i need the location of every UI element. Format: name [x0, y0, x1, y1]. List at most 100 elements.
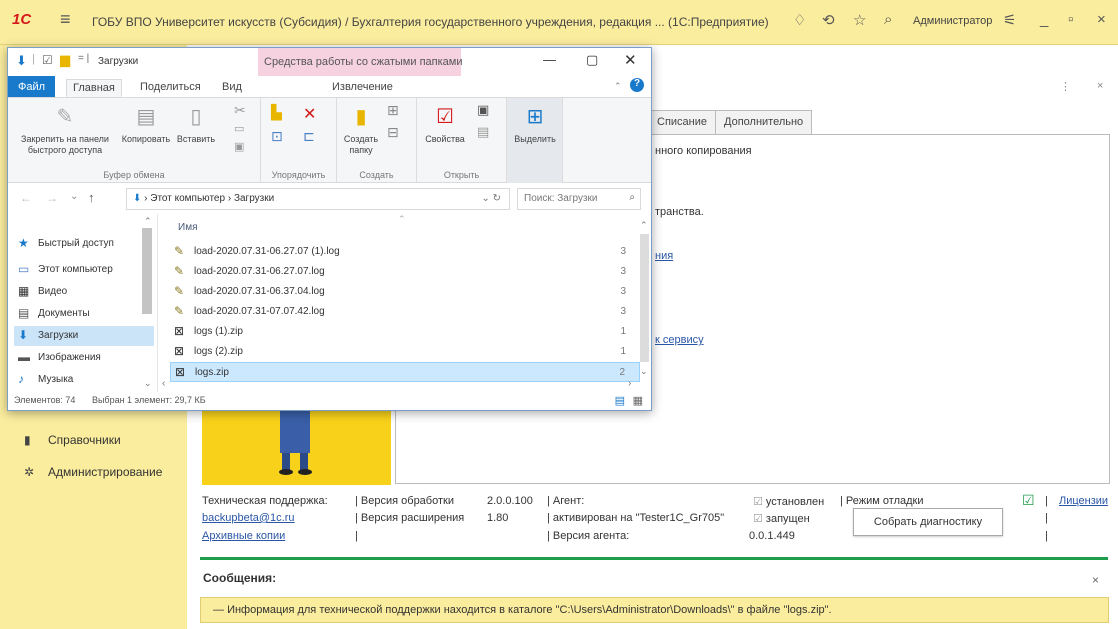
tab-write-off[interactable]: Списание	[648, 110, 716, 134]
new-folder-button[interactable]: ▮ Создать папку	[341, 104, 381, 156]
scroll-up-icon[interactable]: ⌃	[640, 220, 648, 231]
debug-checkbox[interactable]: ☑	[1022, 492, 1035, 509]
delete-icon[interactable]: ✕	[303, 104, 316, 124]
rename-icon[interactable]: ⊏	[303, 128, 315, 145]
nav-item-administration[interactable]: ✲ Администрирование	[24, 465, 162, 479]
easy-access-icon[interactable]: ⊟	[387, 124, 399, 141]
bell-icon[interactable]: ♢	[793, 11, 806, 29]
folder-icon[interactable]: ▆	[60, 52, 70, 68]
select-button[interactable]: ⊞ Выделить	[511, 104, 559, 145]
file-row[interactable]: ✎ load-2020.07.31-06.37.04.log 3	[170, 282, 640, 302]
properties-button[interactable]: ☑ Свойства	[423, 104, 467, 145]
user-name[interactable]: Администратор	[913, 15, 992, 27]
pin-button[interactable]: ✎ Закрепить на панели быстрого доступа	[10, 104, 120, 156]
breadcrumb-computer[interactable]: Этот компьютер	[150, 193, 225, 204]
log-file-icon: ✎	[174, 304, 185, 318]
file-row[interactable]: ✎ load-2020.07.31-06.27.07.log 3	[170, 262, 640, 282]
maximize-icon[interactable]: ▫	[1068, 11, 1073, 28]
agent-version-label: | Версия агента:	[547, 530, 630, 542]
properties-icon[interactable]: ☑	[42, 53, 53, 67]
scroll-left-icon[interactable]: ‹	[162, 378, 165, 389]
back-icon[interactable]: ←	[20, 191, 32, 205]
licenses-link[interactable]: Лицензии	[1059, 495, 1108, 507]
file-row[interactable]: ⊠ logs (2).zip 1	[170, 342, 640, 362]
tab-additional[interactable]: Дополнительно	[715, 110, 813, 134]
settings-link[interactable]: ния	[655, 250, 673, 262]
search-icon[interactable]: ⌕	[884, 11, 892, 28]
new-item-icon[interactable]: ⊞	[387, 102, 399, 119]
address-bar[interactable]: ⬇ › Этот компьютер › Загрузки ⌄ ↻	[126, 188, 510, 210]
forward-icon[interactable]: →	[46, 191, 58, 205]
open-icon[interactable]: ▣	[477, 102, 489, 118]
paste-shortcut-icon[interactable]: ▣	[234, 140, 244, 153]
tab-share[interactable]: Поделиться	[134, 79, 207, 95]
collect-diagnostics-button[interactable]: Собрать диагностику	[853, 508, 1003, 536]
status-bar: Элементов: 74 Выбран 1 элемент: 29,7 КБ …	[8, 392, 651, 410]
recent-icon[interactable]: ⌄	[70, 191, 78, 202]
copy-path-icon[interactable]: ▭	[234, 122, 244, 135]
nav-this-pc[interactable]: ▭ Этот компьютер	[14, 260, 154, 280]
minimize-icon[interactable]: _	[1040, 11, 1048, 28]
tab-file[interactable]: Файл	[8, 76, 56, 97]
minimize-icon[interactable]: —	[543, 52, 556, 67]
tab-view[interactable]: Вид	[216, 79, 248, 95]
nav-scrollbar[interactable]	[142, 228, 152, 314]
paste-icon: ▯	[190, 106, 202, 128]
ribbon-collapse-icon[interactable]: ⌃	[614, 81, 622, 92]
move-to-icon[interactable]: ▙	[271, 104, 282, 121]
tab-home[interactable]: Главная	[66, 79, 122, 97]
help-icon[interactable]: ?	[630, 78, 644, 92]
nav-quick-access[interactable]: ★ Быстрый доступ	[14, 234, 154, 254]
menu-icon[interactable]: ≡	[60, 9, 71, 30]
paste-button[interactable]: ▯ Вставить	[172, 104, 220, 145]
file-row[interactable]: ✎ load-2020.07.31-07.07.42.log 3	[170, 302, 640, 322]
scroll-down-icon[interactable]: ⌄	[640, 366, 648, 377]
tab-extract[interactable]: Извлечение	[326, 79, 399, 95]
file-row[interactable]: ⊠ logs (1).zip 1	[170, 322, 640, 342]
tiles-view-icon[interactable]: ▦	[633, 394, 643, 407]
settings-icon[interactable]: ⚟	[1003, 11, 1016, 29]
open-group-label: Открыть	[443, 170, 480, 180]
breadcrumb-downloads[interactable]: Загрузки	[234, 193, 274, 204]
form-close-icon[interactable]: ×	[1097, 80, 1103, 92]
up-icon[interactable]: ↑	[88, 190, 95, 205]
maximize-icon[interactable]: ▢	[586, 52, 598, 68]
nav-documents[interactable]: ▤ Документы	[14, 304, 154, 324]
file-row-selected[interactable]: ⊠ logs.zip 2	[170, 362, 640, 382]
scroll-up-icon[interactable]: ⌃	[144, 216, 152, 227]
file-scrollbar[interactable]	[640, 234, 649, 362]
customize-icon[interactable]: = |	[78, 53, 89, 64]
app-title: ГОБУ ВПО Университет искусств (Субсидия)…	[92, 15, 769, 29]
archive-link[interactable]: Архивные копии	[202, 530, 285, 542]
nav-item-references[interactable]: ▮ Справочники	[24, 433, 121, 447]
scroll-right-icon[interactable]: ›	[628, 378, 631, 389]
scroll-down-icon[interactable]: ⌄	[144, 378, 152, 389]
search-input[interactable]: Поиск: Загрузки ⌕	[517, 188, 641, 210]
copy-button[interactable]: ▤ Копировать	[120, 104, 172, 145]
nav-downloads[interactable]: ⬇ Загрузки	[14, 326, 154, 346]
agent-label: | Агент:	[547, 495, 585, 507]
details-view-icon[interactable]: ▤	[615, 394, 625, 407]
open-group: ☑ Свойства ▣ ▤ Открыть	[417, 98, 507, 183]
messages-close-icon[interactable]: ×	[1092, 573, 1099, 587]
message-item[interactable]: — Информация для технической поддержки н…	[200, 597, 1109, 623]
support-email-link[interactable]: backupbeta@1c.ru	[202, 512, 295, 524]
divider: |	[32, 53, 35, 65]
edit-icon[interactable]: ▤	[477, 124, 489, 140]
refresh-icon[interactable]: ⌄ ↻	[481, 193, 501, 204]
copy-to-icon[interactable]: ⊡	[271, 128, 283, 145]
installed-checkbox: ☑ установлен	[753, 496, 825, 508]
file-row[interactable]: ✎ load-2020.07.31-06.27.07 (1).log 3	[170, 242, 640, 262]
close-icon[interactable]: ✕	[624, 51, 637, 69]
nav-images[interactable]: ▬ Изображения	[14, 348, 154, 368]
star-icon[interactable]: ☆	[853, 11, 866, 29]
history-icon[interactable]: ⟲	[822, 11, 835, 29]
nav-video[interactable]: ▦ Видео	[14, 282, 154, 302]
close-icon[interactable]: ×	[1097, 11, 1106, 28]
service-link[interactable]: к сервису	[655, 334, 704, 346]
nav-music[interactable]: ♪ Музыка	[14, 370, 154, 390]
cut-icon[interactable]: ✂	[234, 102, 246, 119]
messages-header: Сообщения:	[203, 571, 277, 585]
column-name-header[interactable]: Имя	[178, 222, 197, 233]
more-icon[interactable]: ⋮	[1060, 80, 1071, 93]
